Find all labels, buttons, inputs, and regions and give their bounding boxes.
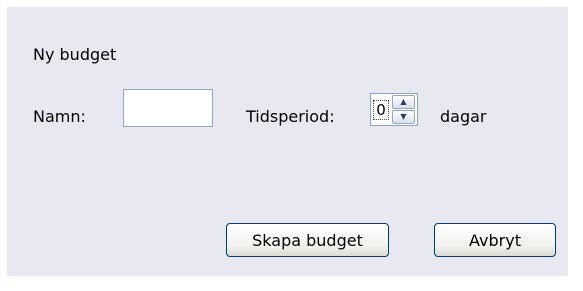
period-spinner[interactable]: 0 ▲ ▼	[370, 93, 418, 126]
new-budget-dialog: Ny budget Namn: Tidsperiod: 0 ▲ ▼ dagar …	[7, 7, 568, 276]
period-value[interactable]: 0	[373, 100, 389, 120]
period-label: Tidsperiod:	[246, 107, 335, 126]
period-unit-label: dagar	[440, 107, 487, 126]
spin-up-button[interactable]: ▲	[392, 95, 415, 109]
arrow-up-icon: ▲	[400, 97, 407, 106]
spin-down-button[interactable]: ▼	[392, 110, 415, 124]
name-label: Namn:	[33, 107, 86, 126]
arrow-down-icon: ▼	[400, 112, 407, 121]
cancel-button[interactable]: Avbryt	[434, 223, 556, 257]
dialog-title: Ny budget	[33, 45, 117, 64]
name-input[interactable]	[123, 89, 213, 127]
create-budget-button[interactable]: Skapa budget	[226, 223, 389, 257]
